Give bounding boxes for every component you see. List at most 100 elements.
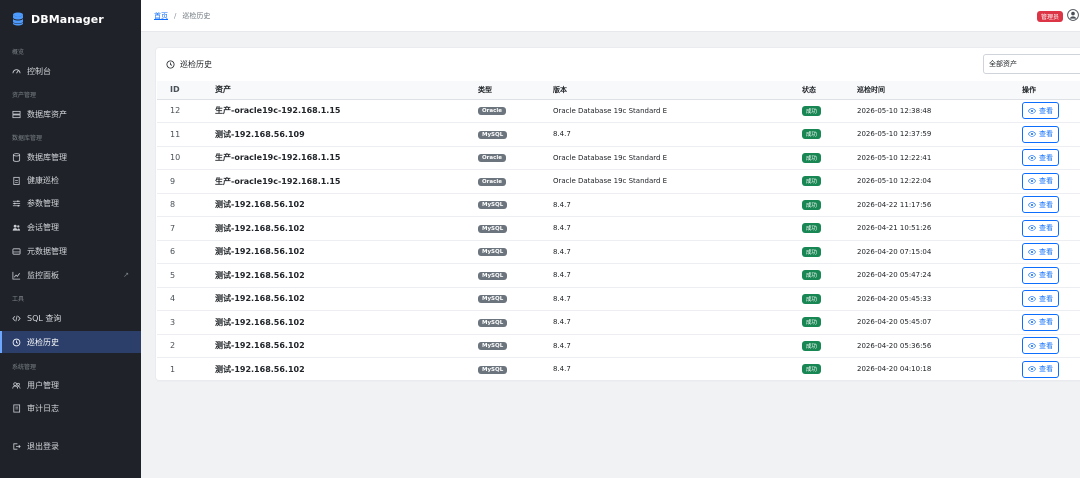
view-button-label: 查看: [1039, 177, 1053, 186]
sidebar-item-users[interactable]: 用户管理: [0, 374, 141, 396]
clock-history-icon: [12, 338, 21, 346]
table-row: 3 测试-192.168.56.102 MySQL 8.4.7 成功 2026-04-20…: [157, 311, 1080, 335]
graph-icon: [12, 271, 21, 280]
status-badge: 成功: [802, 364, 822, 375]
history-table: ID 资产 类型 版本 状态 巡检时间 操作 12 生产-oracle19c-19…: [157, 81, 1080, 382]
view-button-label: 查看: [1039, 130, 1053, 139]
view-button[interactable]: 查看: [1022, 290, 1059, 308]
sidebar-item-db-manage[interactable]: 数据库管理: [0, 146, 141, 168]
cell-time: 2026-04-20 04:10:18: [857, 365, 932, 374]
view-button[interactable]: 查看: [1022, 125, 1059, 143]
view-button-label: 查看: [1039, 224, 1053, 233]
view-button[interactable]: 查看: [1022, 149, 1059, 167]
history-card: 巡检历史 全部资产 ID 资产 类型 版本 状态 巡检时间 操作 12 生产-or…: [155, 47, 1080, 381]
cell-id: 11: [170, 129, 181, 139]
role-badge: 管理员: [1036, 11, 1063, 22]
sidebar-item-sessions[interactable]: 会话管理: [0, 216, 141, 238]
view-button-label: 查看: [1039, 200, 1053, 209]
eye-icon: [1028, 272, 1036, 278]
view-button-label: 查看: [1039, 365, 1053, 374]
view-button[interactable]: 查看: [1022, 243, 1059, 261]
eye-icon: [1028, 178, 1036, 184]
view-button[interactable]: 查看: [1022, 313, 1059, 331]
sidebar-item-db-assets[interactable]: 数据库资产: [0, 103, 141, 125]
cell-version: 8.4.7: [553, 224, 571, 233]
cell-actions: 查看: [1022, 217, 1080, 241]
cell-asset: 生产-oracle19c-192.168.1.15: [215, 106, 341, 116]
sidebar-item-dashboard[interactable]: 控制台: [0, 60, 141, 82]
table-row: 7 测试-192.168.56.102 MySQL 8.4.7 成功 2026-04-21…: [157, 217, 1080, 241]
cell-time: 2026-05-10 12:38:48: [857, 106, 932, 115]
table-row: 6 测试-192.168.56.102 MySQL 8.4.7 成功 2026-04-20…: [157, 240, 1080, 264]
table-row: 10 生产-oracle19c-192.168.1.15 Oracle Oracle …: [157, 146, 1080, 170]
status-badge: 成功: [802, 152, 822, 163]
cell-version: 8.4.7: [553, 130, 571, 139]
cell-actions: 查看: [1022, 334, 1080, 358]
sidebar-item-label: 用户管理: [27, 380, 59, 390]
cell-version: 8.4.7: [553, 294, 571, 303]
breadcrumb-home-link[interactable]: 首页: [154, 11, 168, 21]
sidebar-item-params[interactable]: 参数管理: [0, 192, 141, 214]
asset-filter-select[interactable]: 全部资产: [983, 54, 1080, 74]
eye-icon: [1028, 319, 1036, 325]
view-button-label: 查看: [1039, 271, 1053, 280]
status-badge: 成功: [802, 293, 822, 304]
breadcrumb-separator: /: [174, 11, 177, 20]
cell-status: 成功: [802, 311, 857, 335]
sidebar-item-metadata[interactable]: 元数据管理: [0, 240, 141, 262]
breadcrumb-current: 巡检历史: [182, 11, 211, 20]
cell-asset: 测试-192.168.56.102: [215, 200, 305, 210]
view-button[interactable]: 查看: [1022, 266, 1059, 284]
sidebar-item-health-check[interactable]: 健康巡检: [0, 169, 141, 191]
view-button[interactable]: 查看: [1022, 337, 1059, 355]
brand[interactable]: DBManager: [0, 0, 141, 38]
sidebar-item-monitor[interactable]: 监控面板 ↗: [0, 264, 141, 286]
view-button[interactable]: 查看: [1022, 360, 1059, 378]
cell-time: 2026-04-20 05:45:07: [857, 318, 932, 327]
clipboard-icon: [13, 176, 20, 185]
sidebar-item-logout[interactable]: 退出登录: [0, 435, 141, 457]
speedometer-icon: [12, 68, 21, 74]
cell-type: MySQL: [478, 311, 553, 335]
section-label-overview: 概览: [12, 49, 25, 56]
sidebar-item-sql-query[interactable]: SQL 查询: [0, 307, 141, 329]
cell-time: 2026-05-10 12:22:04: [857, 177, 932, 186]
cell-version: Oracle Database 19c Standard E: [553, 153, 668, 162]
table-row: 1 测试-192.168.56.102 MySQL 8.4.7 成功 2026-04-20…: [157, 358, 1080, 381]
cell-actions: 查看: [1022, 99, 1080, 123]
view-button[interactable]: 查看: [1022, 196, 1059, 214]
cell-type: Oracle: [478, 146, 553, 170]
cell-id: 7: [170, 223, 176, 233]
cell-id: 3: [170, 317, 176, 327]
db-type-badge: Oracle: [478, 154, 506, 163]
col-header-version: 版本: [553, 81, 802, 100]
sidebar-item-label: 退出登录: [27, 441, 59, 451]
table-row: 11 测试-192.168.56.109 MySQL 8.4.7 成功 2026-05-1…: [157, 123, 1080, 146]
view-button[interactable]: 查看: [1022, 172, 1059, 190]
view-button-label: 查看: [1039, 153, 1053, 162]
cell-actions: 查看: [1022, 146, 1080, 170]
status-badge: 成功: [802, 317, 822, 328]
cell-asset: 测试-192.168.56.102: [215, 364, 305, 374]
view-button[interactable]: 查看: [1022, 102, 1059, 120]
cell-status: 成功: [802, 170, 857, 194]
view-button[interactable]: 查看: [1022, 219, 1059, 237]
cell-id: 9: [170, 176, 176, 186]
sidebar-item-label: 数据库管理: [27, 152, 67, 162]
cell-id: 8: [170, 200, 176, 210]
cell-type: MySQL: [478, 287, 553, 311]
db-type-badge: MySQL: [478, 130, 508, 139]
sidebar-item-inspection-history[interactable]: 巡检历史: [0, 331, 141, 353]
server-icon: [12, 110, 21, 118]
cell-status: 成功: [802, 217, 857, 241]
db-type-badge: MySQL: [478, 271, 508, 280]
col-header-actions: 操作: [1022, 81, 1080, 100]
cell-type: Oracle: [478, 99, 553, 123]
cell-time: 2026-05-10 12:37:59: [857, 130, 932, 139]
user-avatar-icon[interactable]: [1067, 9, 1079, 21]
cell-time: 2026-05-10 12:22:41: [857, 153, 932, 162]
cell-status: 成功: [802, 240, 857, 264]
sidebar-item-audit-log[interactable]: 审计日志: [0, 397, 141, 419]
table-row: 5 测试-192.168.56.102 MySQL 8.4.7 成功 2026-04-20…: [157, 264, 1080, 287]
status-badge: 成功: [802, 199, 822, 210]
